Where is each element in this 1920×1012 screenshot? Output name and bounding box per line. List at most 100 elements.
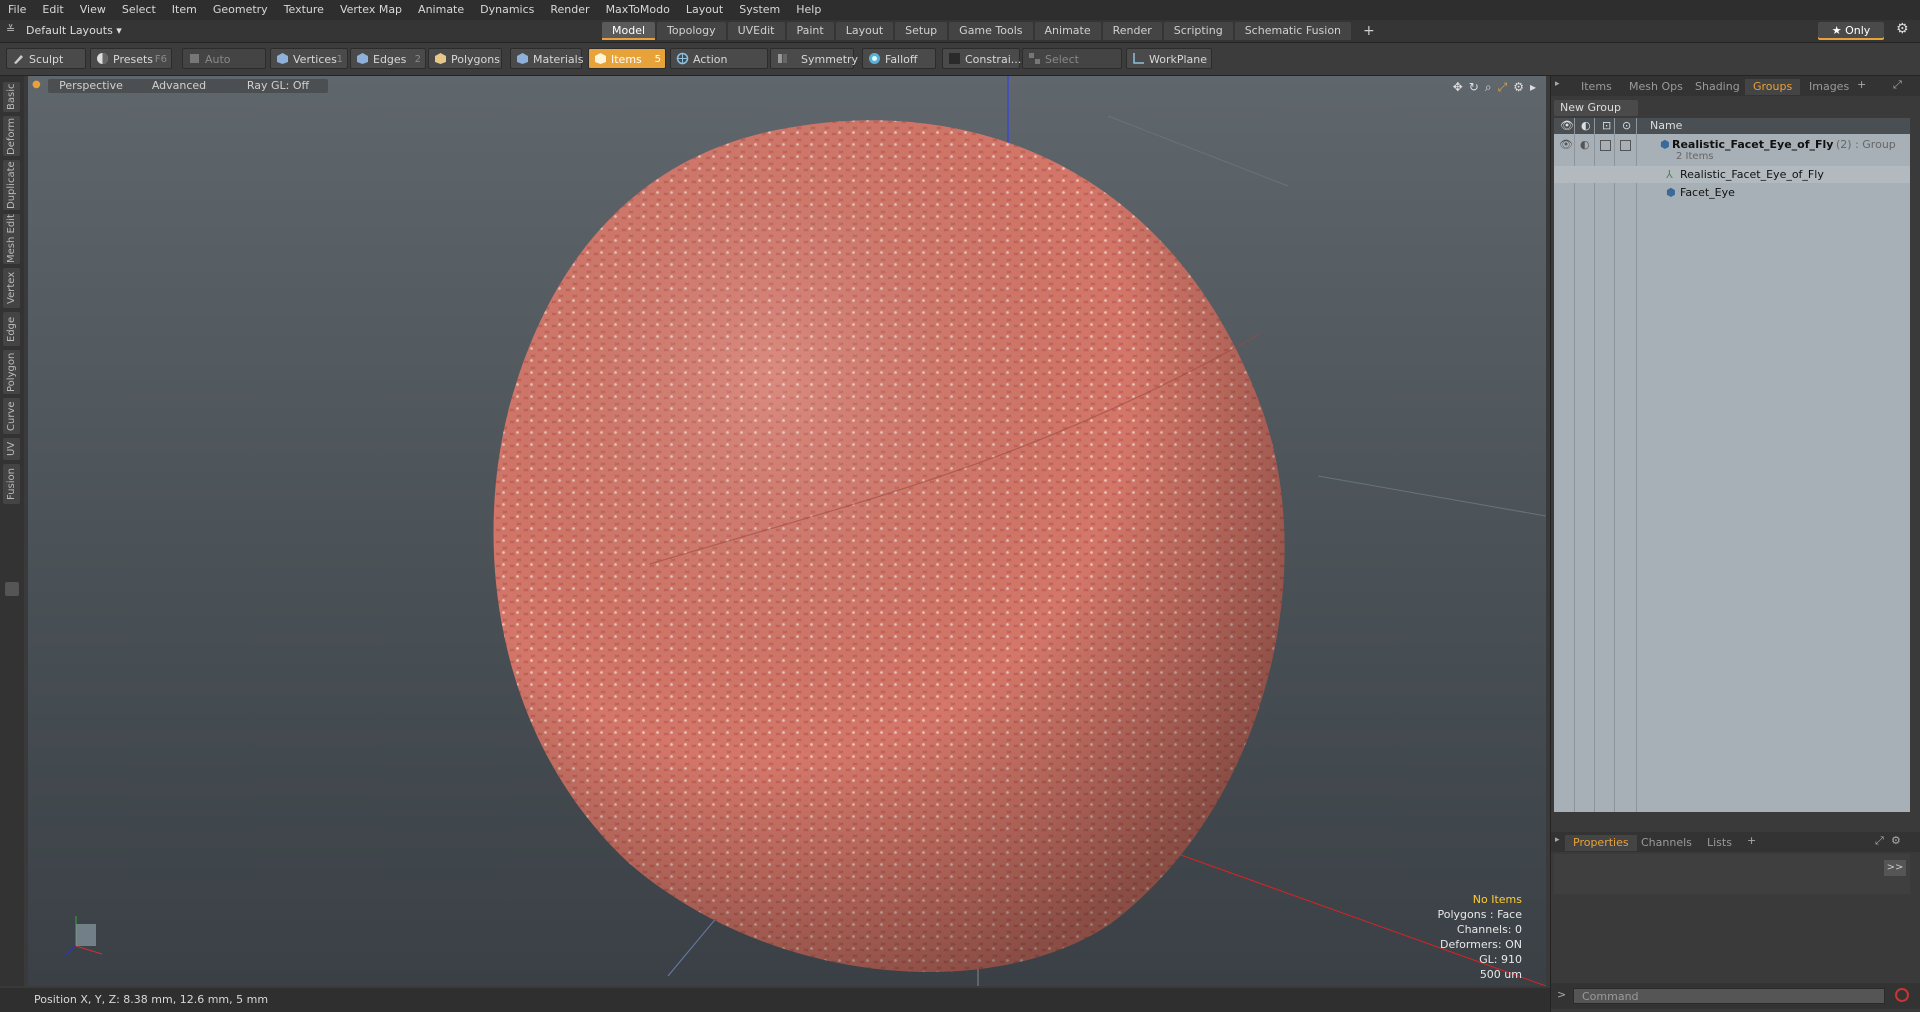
constrain-icon — [949, 53, 960, 64]
panel-menu-icon[interactable]: ▸ — [1555, 79, 1560, 89]
menu-dynamics[interactable]: Dynamics — [472, 0, 542, 20]
menu-view[interactable]: View — [72, 0, 114, 20]
properties-gear-icon[interactable]: ⚙ — [1891, 834, 1901, 847]
pan-icon[interactable]: ✥ — [1453, 80, 1463, 95]
tab-deform[interactable]: Deform — [3, 116, 20, 156]
command-input[interactable]: Command — [1573, 988, 1885, 1004]
menu-file[interactable]: File — [0, 0, 34, 20]
tab-vertex[interactable]: Vertex — [3, 268, 20, 308]
tab-duplicate[interactable]: Duplicate — [3, 160, 20, 210]
workplane-button[interactable]: WorkPlane — [1126, 48, 1212, 69]
new-group-button[interactable]: New Group — [1554, 100, 1638, 116]
add-properties-tab-icon[interactable]: + — [1747, 834, 1756, 847]
tab-topology[interactable]: Topology — [657, 22, 726, 40]
tab-schematic-fusion[interactable]: Schematic Fusion — [1234, 22, 1352, 40]
add-tab-button[interactable]: + — [1353, 22, 1385, 40]
tab-game-tools[interactable]: Game Tools — [949, 22, 1033, 40]
menu-texture[interactable]: Texture — [276, 0, 332, 20]
tab-channels[interactable]: Channels — [1633, 835, 1700, 851]
menu-layout[interactable]: Layout — [678, 0, 731, 20]
only-button[interactable]: ★ Only — [1818, 22, 1884, 40]
select-through-button[interactable]: Select Through — [1022, 48, 1122, 87]
properties-menu-icon[interactable]: ▸ — [1555, 835, 1560, 845]
layout-dropdown[interactable]: Default Layouts ▾ — [18, 22, 130, 40]
raygl-toggle[interactable]: Ray GL: Off — [228, 79, 328, 93]
eye-column-icon[interactable]: 👁 — [1560, 118, 1574, 134]
tab-edge[interactable]: Edge — [3, 312, 20, 346]
viewport-arrow-icon[interactable]: ▸ — [1530, 80, 1536, 95]
tab-paint[interactable]: Paint — [786, 22, 834, 40]
tab-images[interactable]: Images — [1801, 79, 1857, 95]
vertices-icon — [277, 53, 288, 64]
symmetry-button[interactable]: Symmetry — [770, 48, 858, 69]
polygons-button[interactable]: Polygons — [428, 48, 502, 69]
tab-uv[interactable]: UV — [3, 438, 20, 460]
tab-setup[interactable]: Setup — [895, 22, 948, 40]
render-column-icon[interactable]: ◐ — [1581, 118, 1591, 134]
tab-basic[interactable]: Basic — [3, 82, 20, 112]
3d-viewport[interactable]: ● Perspective Advanced Ray GL: Off ✥ ↻ ⌕… — [28, 76, 1546, 986]
zoom-icon[interactable]: ⌕ — [1485, 80, 1492, 95]
tab-curve[interactable]: Curve — [3, 398, 20, 434]
presets-button[interactable]: Presets F6 — [90, 48, 172, 69]
menu-animate[interactable]: Animate — [410, 0, 472, 20]
lock-column-icon[interactable]: ⊡ — [1602, 118, 1611, 134]
constrain-button[interactable]: Constrai... — [942, 48, 1021, 69]
tab-groups[interactable]: Groups — [1745, 79, 1801, 95]
tab-layout[interactable]: Layout — [835, 22, 894, 40]
rotate-icon[interactable]: ↻ — [1469, 80, 1479, 95]
tab-properties[interactable]: Properties — [1565, 835, 1637, 851]
falloff-icon — [869, 53, 880, 64]
tab-scripting[interactable]: Scripting — [1163, 22, 1233, 40]
falloff-button[interactable]: Falloff — [862, 48, 936, 69]
tab-model[interactable]: Model — [602, 22, 656, 40]
edges-button[interactable]: Edges 2 — [350, 48, 426, 69]
tab-items[interactable]: Items — [1573, 79, 1620, 95]
tab-uvedit[interactable]: UVEdit — [727, 22, 785, 40]
materials-button[interactable]: Materials — [510, 48, 583, 69]
properties-area: >> — [1554, 854, 1910, 894]
tab-shading[interactable]: Shading — [1687, 79, 1748, 95]
tab-animate[interactable]: Animate — [1034, 22, 1101, 40]
strip-expand-button[interactable] — [5, 582, 19, 596]
menu-render[interactable]: Render — [542, 0, 597, 20]
menu-item[interactable]: Item — [164, 0, 205, 20]
tab-polygon[interactable]: Polygon — [3, 350, 20, 394]
menu-help[interactable]: Help — [788, 0, 829, 20]
tab-fusion[interactable]: Fusion — [3, 464, 20, 504]
auto-select-button[interactable]: Auto Select — [182, 48, 266, 87]
tree-row-child[interactable]: ⅄ Realistic_Facet_Eye_of_Fly — [1554, 166, 1910, 183]
tab-mesh-ops[interactable]: Mesh Ops — [1621, 79, 1691, 95]
tab-render[interactable]: Render — [1102, 22, 1162, 40]
fit-icon[interactable]: ⤢ — [1498, 80, 1508, 95]
menu-select[interactable]: Select — [114, 0, 164, 20]
gear-icon[interactable]: ⚙ — [1896, 21, 1909, 37]
facet-eye-mesh[interactable] — [470, 104, 1310, 974]
menu-edit[interactable]: Edit — [34, 0, 71, 20]
layout-collapse-icon[interactable]: ≚ — [6, 23, 15, 36]
tab-mesh-edit[interactable]: Mesh Edit — [3, 214, 20, 264]
view-dropdown[interactable]: Perspective — [48, 79, 134, 93]
menu-maxtomodo[interactable]: MaxToModo — [598, 0, 678, 20]
tree-row-child[interactable]: ⬢ Facet_Eye — [1554, 184, 1910, 201]
tab-lists[interactable]: Lists — [1699, 835, 1740, 851]
command-history-icon[interactable] — [1895, 988, 1909, 1002]
menu-geometry[interactable]: Geometry — [205, 0, 276, 20]
select-column-icon[interactable]: ⊙ — [1622, 118, 1631, 134]
expand-button[interactable]: >> — [1884, 860, 1906, 876]
viewport-menu-icon[interactable]: ● — [32, 79, 41, 90]
viewport-gear-icon[interactable]: ⚙ — [1513, 80, 1524, 95]
sculpt-button[interactable]: Sculpt — [6, 48, 86, 69]
panel-expand-icon[interactable]: ⤢ — [1893, 78, 1902, 92]
menu-system[interactable]: System — [731, 0, 788, 20]
shading-dropdown[interactable]: Advanced — [128, 79, 230, 93]
properties-tabs: ▸ Properties Channels Lists + ⤢ ⚙ — [1551, 832, 1920, 852]
add-panel-tab-icon[interactable]: + — [1857, 78, 1866, 91]
items-button[interactable]: Items 5 — [588, 48, 666, 69]
name-column-header[interactable]: Name — [1650, 118, 1682, 134]
vertices-button[interactable]: Vertices 1 — [270, 48, 348, 69]
properties-expand-icon[interactable]: ⤢ — [1875, 834, 1884, 848]
menu-vertex-map[interactable]: Vertex Map — [332, 0, 410, 20]
action-center-button[interactable]: Action Center — [670, 48, 768, 87]
stat-polygons: Polygons : Face — [1437, 908, 1522, 921]
